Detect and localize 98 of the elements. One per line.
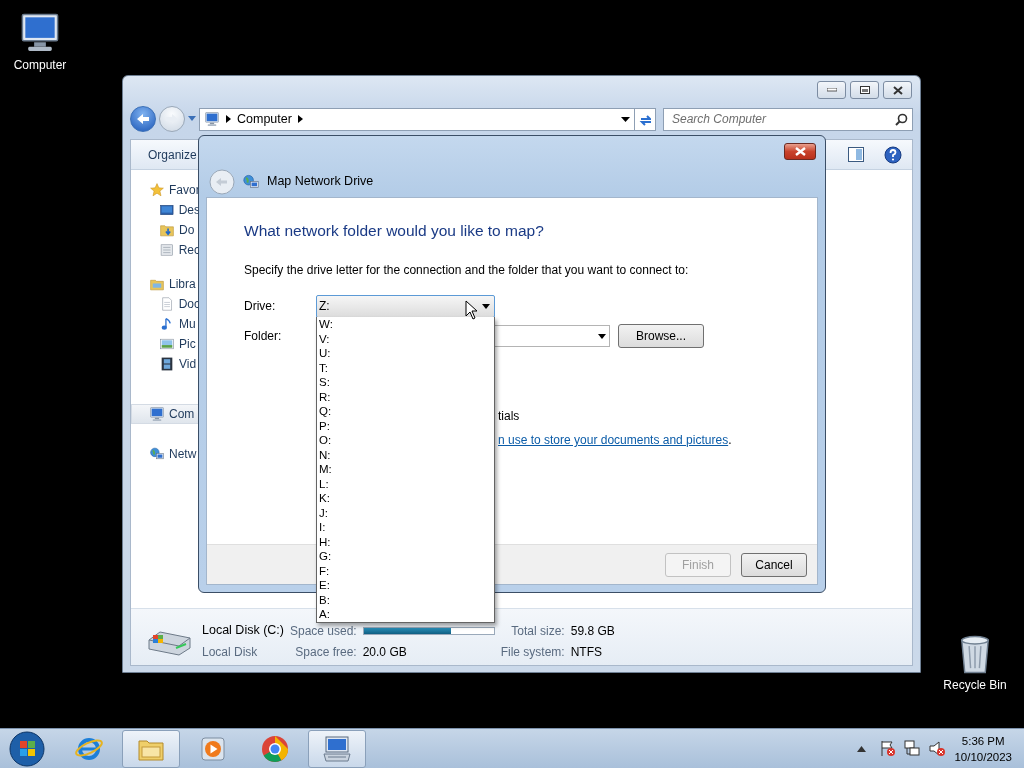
film-icon	[159, 356, 175, 372]
picture-icon	[159, 336, 175, 352]
network-icon	[149, 446, 165, 462]
dialog-title: Map Network Drive	[267, 173, 374, 191]
browse-button[interactable]: Browse...	[618, 324, 704, 349]
preview-pane-icon[interactable]	[848, 147, 864, 162]
field-label: Total size:	[510, 622, 565, 640]
period-text: .	[728, 432, 732, 450]
dropdown-option[interactable]: R:	[319, 389, 492, 404]
network-icon[interactable]	[904, 740, 922, 757]
field-value: NTFS	[570, 643, 604, 661]
dropdown-option[interactable]: I:	[319, 520, 492, 535]
history-caret-icon[interactable]	[188, 116, 196, 122]
back-button[interactable]	[130, 106, 156, 132]
dropdown-option[interactable]: M:	[319, 462, 492, 477]
dropdown-option[interactable]: B:	[319, 592, 492, 607]
search-box[interactable]: Search Computer	[663, 107, 913, 131]
drive-type: Local Disk	[202, 643, 259, 661]
flag-warning-icon[interactable]	[880, 740, 897, 757]
field-label: Space free:	[294, 643, 357, 661]
icon-label: Computer	[13, 57, 67, 74]
show-hidden-icons-icon[interactable]	[857, 745, 867, 752]
clock[interactable]: 5:36 PM 10/10/2023	[946, 732, 1024, 765]
search-icon	[895, 112, 908, 126]
dropdown-option[interactable]: O:	[319, 433, 492, 448]
instruction-text: Specify the drive letter for the connection and the folder that you want to connect to:	[244, 262, 690, 280]
dropdown-option[interactable]: U:	[319, 346, 492, 361]
dropdown-caret-icon	[598, 333, 606, 339]
dropdown-option[interactable]: G:	[319, 549, 492, 564]
search-field[interactable]: Search Computer	[672, 110, 895, 128]
desktop-icon[interactable]: Recycle Bin	[935, 630, 1015, 694]
taskbar-button[interactable]	[308, 729, 366, 768]
drive-dropdown[interactable]: Z:	[316, 294, 495, 318]
back-arrow-icon	[136, 113, 150, 125]
computer-icon	[149, 406, 165, 422]
desktop-icon[interactable]: Computer	[0, 10, 80, 74]
help-icon[interactable]	[884, 145, 902, 164]
dropdown-option[interactable]: W:	[319, 317, 492, 332]
folder-arrow-icon	[159, 222, 175, 238]
field-value: 59.8 GB	[570, 622, 615, 640]
chevron-right-icon[interactable]	[297, 115, 303, 123]
sidebar-item[interactable]: Vid	[131, 354, 201, 374]
desktop-icon	[159, 202, 175, 218]
clock-time: 5:36 PM	[961, 733, 1005, 749]
field-label: Folder:	[244, 328, 283, 346]
recent-places-icon	[159, 242, 175, 258]
icon-label: Recycle Bin	[943, 677, 1007, 694]
network-icon	[242, 172, 260, 191]
close-icon	[892, 85, 903, 95]
dropdown-option[interactable]: S:	[319, 375, 492, 390]
dialog-button[interactable]: Cancel	[741, 552, 807, 577]
sidebar-item[interactable]: Do	[131, 220, 201, 240]
field-label: File system:	[500, 643, 565, 661]
dropdown-option[interactable]: J:	[319, 505, 492, 520]
sidebar-item[interactable]: Netw	[131, 444, 201, 464]
chevron-right-icon[interactable]	[226, 115, 231, 123]
close-button[interactable]	[883, 81, 912, 99]
address-bar[interactable]: Computer	[199, 107, 635, 131]
sidebar-item[interactable]: Libra	[131, 274, 201, 294]
dropdown-option[interactable]: Q:	[319, 404, 492, 419]
sidebar-item[interactable]: Com	[131, 404, 201, 424]
field-value: 20.0 GB	[362, 643, 408, 661]
close-icon	[794, 146, 806, 156]
option-text: tials	[498, 408, 521, 426]
field-label: Space used:	[289, 622, 357, 640]
breadcrumb[interactable]: Computer	[237, 109, 292, 129]
muted-speaker-icon[interactable]	[929, 740, 947, 757]
sidebar-item[interactable]: Favor	[131, 180, 201, 200]
dropdown-caret-icon	[482, 303, 490, 309]
dropdown-option[interactable]: T:	[319, 360, 492, 375]
dropdown-option[interactable]: A:	[319, 607, 492, 622]
clock-date: 10/10/2023	[954, 749, 1012, 765]
restore-icon	[859, 85, 870, 95]
dropdown-option[interactable]: H:	[319, 534, 492, 549]
sidebar-item[interactable]: Pic	[131, 334, 201, 354]
dialog-heading: What network folder would you like to map?	[244, 221, 545, 241]
star-icon	[149, 182, 165, 198]
monitor-keyboard-icon	[322, 733, 352, 764]
document-icon	[159, 296, 175, 312]
dropdown-option[interactable]: L:	[319, 476, 492, 491]
field-label: Drive:	[244, 298, 277, 316]
start-button[interactable]	[8, 729, 46, 768]
dropdown-option[interactable]: V:	[319, 331, 492, 346]
sidebar-item[interactable]: Mu	[131, 314, 201, 334]
dropdown-option[interactable]: P:	[319, 418, 492, 433]
chrome-icon	[260, 733, 290, 764]
close-button[interactable]	[784, 142, 816, 160]
dropdown-option[interactable]: F:	[319, 563, 492, 578]
toolbar-button[interactable]: Organize	[148, 145, 197, 164]
dropdown-caret-icon[interactable]	[621, 116, 630, 122]
drive-name: Local Disk (C:)	[202, 622, 284, 640]
refresh-icon[interactable]	[634, 107, 656, 131]
dropdown-option[interactable]: K:	[319, 491, 492, 506]
dropdown-option[interactable]: N:	[319, 447, 492, 462]
computer-icon	[204, 111, 220, 127]
maximize-button[interactable]	[850, 81, 879, 99]
minimize-icon	[826, 88, 837, 92]
dropdown-option[interactable]: E:	[319, 578, 492, 593]
